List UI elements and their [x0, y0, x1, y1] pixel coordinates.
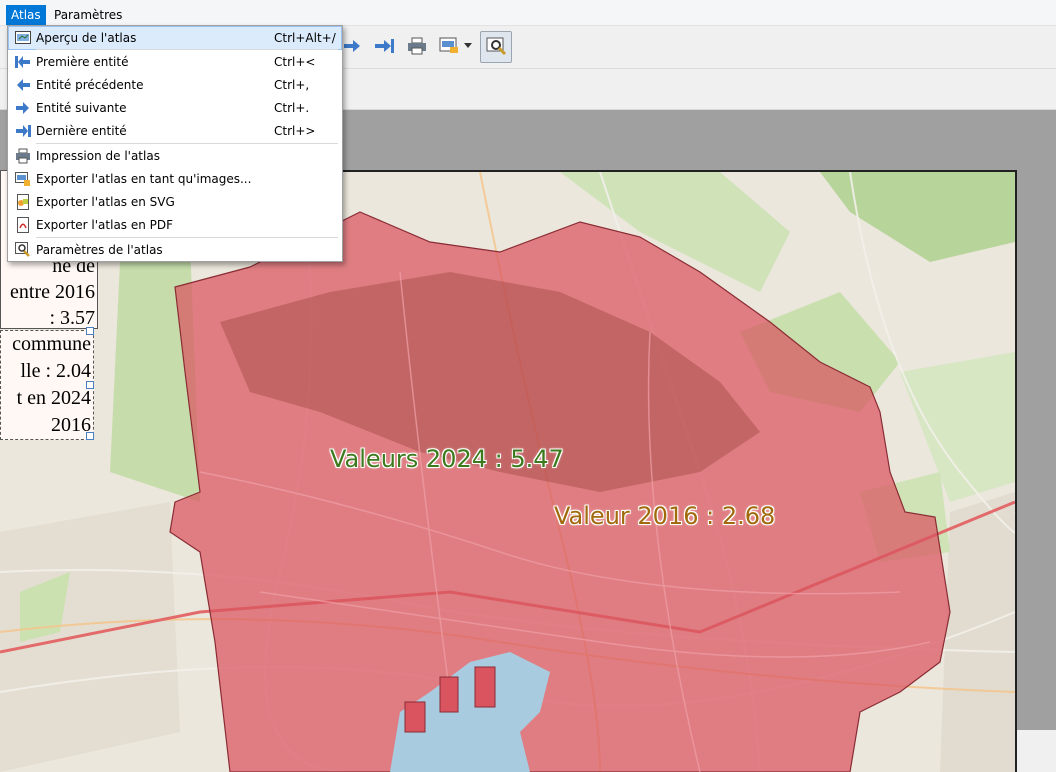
menu-item-export-svg[interactable]: Exporter l'atlas en SVG: [9, 191, 341, 213]
previous-feature-icon: [17, 79, 30, 91]
menu-item-previous-feature[interactable]: Entité précédente Ctrl+,: [9, 74, 341, 96]
menu-parametres[interactable]: Paramètres: [49, 5, 127, 25]
resize-handle[interactable]: [86, 432, 94, 440]
chevron-down-icon: [464, 43, 472, 48]
menu-bar: Atlas Paramètres: [0, 0, 1056, 26]
menu-item-shortcut: Ctrl+<: [274, 55, 316, 69]
next-feature-button[interactable]: [340, 34, 364, 58]
atlas-settings-button[interactable]: [480, 31, 512, 63]
frame2-line: commune: [12, 333, 91, 355]
menu-item-label: Exporter l'atlas en PDF: [36, 218, 174, 232]
resize-handle[interactable]: [86, 327, 94, 335]
menu-item-label: Entité précédente: [36, 78, 144, 92]
menu-item-export-pdf[interactable]: Exporter l'atlas en PDF: [9, 214, 341, 236]
next-feature-icon: [16, 102, 29, 114]
last-feature-icon: [16, 125, 31, 137]
menu-item-first-feature[interactable]: Première entité Ctrl+<: [9, 51, 341, 73]
last-feature-button[interactable]: [372, 34, 396, 58]
menu-item-label: Première entité: [36, 55, 129, 69]
export-images-icon: [15, 172, 30, 186]
last-arrow-icon: [375, 39, 394, 53]
frame2-line: lle : 2.04: [20, 360, 91, 382]
frame1-line: : 3.57: [49, 307, 95, 329]
first-feature-icon: [15, 56, 30, 68]
menu-item-last-feature[interactable]: Dernière entité Ctrl+>: [9, 120, 341, 142]
map-label-2016: Valeur 2016 : 2.68: [554, 502, 776, 530]
menu-separator: [36, 237, 338, 238]
next-arrow-icon: [344, 40, 360, 52]
export-svg-icon: [17, 194, 29, 210]
menu-item-atlas-settings[interactable]: Paramètres de l'atlas: [9, 239, 341, 261]
map-label-2024: Valeurs 2024 : 5.47: [330, 445, 564, 473]
menu-item-label: Impression de l'atlas: [36, 149, 160, 163]
menu-item-label: Entité suivante: [36, 101, 127, 115]
printer-icon: [408, 37, 426, 55]
menu-item-label: Aperçu de l'atlas: [36, 31, 137, 45]
menu-item-print-atlas[interactable]: Impression de l'atlas: [9, 145, 341, 167]
menu-item-shortcut: Ctrl+.: [274, 101, 310, 115]
atlas-settings-icon: [15, 242, 30, 257]
menu-separator: [36, 49, 338, 50]
menu-item-atlas-preview[interactable]: Aperçu de l'atlas Ctrl+Alt+/: [8, 26, 342, 50]
menu-separator: [36, 143, 338, 144]
menu-item-shortcut: Ctrl+Alt+/: [274, 31, 336, 45]
menu-item-next-feature[interactable]: Entité suivante Ctrl+.: [9, 97, 341, 119]
export-pdf-icon: [17, 217, 29, 233]
menu-item-shortcut: Ctrl+>: [274, 124, 316, 138]
menu-item-shortcut: Ctrl+,: [274, 78, 310, 92]
frame2-line: 2016: [51, 414, 91, 436]
export-image-icon: [439, 37, 458, 53]
resize-handle[interactable]: [86, 381, 94, 389]
atlas-preview-icon: [15, 31, 31, 44]
frame1-line: entre 2016: [10, 281, 95, 303]
menu-item-label: Exporter l'atlas en SVG: [36, 195, 175, 209]
print-icon: [16, 148, 30, 164]
export-images-button[interactable]: [438, 34, 462, 58]
menu-atlas[interactable]: Atlas: [6, 5, 46, 25]
export-dropdown-arrow[interactable]: [462, 34, 474, 58]
print-button[interactable]: [405, 34, 429, 58]
menu-item-label: Paramètres de l'atlas: [36, 243, 163, 257]
frame2-line: t en 2024: [16, 387, 91, 409]
menu-item-label: Dernière entité: [36, 124, 127, 138]
atlas-menu-dropdown: Aperçu de l'atlas Ctrl+Alt+/ Première en…: [7, 25, 343, 262]
atlas-settings-icon: [486, 37, 507, 56]
text-frame-selected[interactable]: commune lle : 2.04 t en 2024 2016: [0, 330, 94, 440]
menu-item-export-images[interactable]: Exporter l'atlas en tant qu'images...: [9, 168, 341, 190]
menu-item-label: Exporter l'atlas en tant qu'images...: [36, 172, 252, 186]
